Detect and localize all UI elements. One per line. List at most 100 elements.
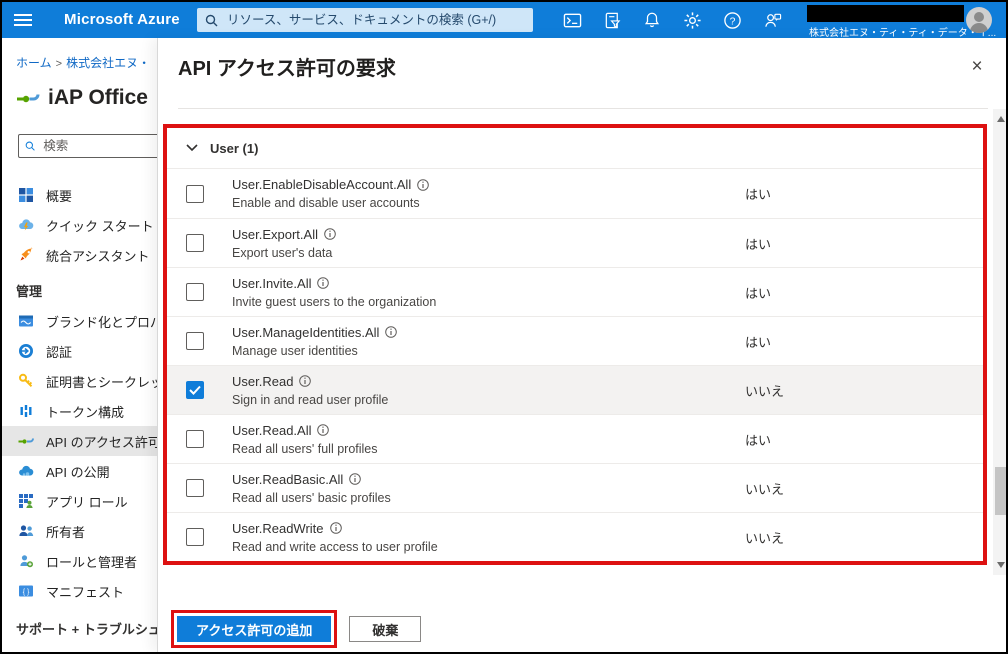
permission-description: Enable and disable user accounts <box>232 196 420 210</box>
permission-description: Export user's data <box>232 245 333 260</box>
add-permissions-button[interactable]: アクセス許可の追加 <box>177 616 332 642</box>
permission-checkbox[interactable] <box>186 332 204 350</box>
hamburger-menu-icon[interactable] <box>14 11 32 27</box>
global-search-box[interactable] <box>197 8 533 32</box>
panel-footer: アクセス許可の追加 破棄 <box>171 610 422 648</box>
cloud-shell-icon[interactable] <box>552 2 592 38</box>
permission-row: User.Read Sign in and read user profile … <box>167 365 983 414</box>
sidebar-item-owners[interactable]: 所有者 <box>2 516 157 546</box>
account-info[interactable]: 株式会社エヌ・ティ・ティ・データ・イ... <box>807 2 996 39</box>
permission-row: User.ReadWrite Read and write access to … <box>167 512 983 561</box>
info-icon[interactable] <box>317 424 330 436</box>
discard-button[interactable]: 破棄 <box>349 616 422 642</box>
admin-consent-value: いいえ <box>745 383 785 399</box>
help-icon[interactable]: ? <box>712 2 752 38</box>
user-avatar[interactable] <box>966 7 992 33</box>
scroll-up-arrow[interactable] <box>993 111 1006 127</box>
search-icon <box>25 141 35 151</box>
permission-row: User.Invite.All Invite guest users to th… <box>167 267 983 316</box>
admin-consent-value: はい <box>745 432 772 448</box>
admin-consent-value: はい <box>745 285 772 301</box>
permission-checkbox[interactable] <box>186 283 204 301</box>
info-icon[interactable] <box>317 277 330 289</box>
vertical-scrollbar[interactable] <box>993 109 1006 575</box>
scroll-down-arrow[interactable] <box>993 557 1006 573</box>
scrollbar-thumb[interactable] <box>995 467 1006 515</box>
permission-description: Sign in and read user profile <box>232 392 389 407</box>
top-bar: Microsoft Azure ? <box>2 2 1006 39</box>
browser-icon <box>19 315 33 327</box>
permission-name: User.Read.All <box>232 422 312 438</box>
cloud-icon <box>19 465 34 476</box>
azure-portal-window: Microsoft Azure ? <box>0 0 1008 654</box>
search-icon <box>205 14 218 26</box>
permission-row: User.ManageIdentities.All Manage user id… <box>167 316 983 365</box>
owners-icon <box>19 525 34 536</box>
breadcrumb-home-link[interactable]: ホーム <box>16 56 52 70</box>
sidebar-item-app-roles[interactable]: アプリ ロール <box>2 486 157 516</box>
admin-consent-value: はい <box>745 187 772 202</box>
permission-checkbox[interactable] <box>186 528 204 546</box>
info-icon[interactable] <box>324 228 336 240</box>
permission-name: User.ReadWrite <box>232 520 324 536</box>
sidebar-item-overview[interactable]: 概要 <box>2 180 157 210</box>
chevron-down-icon <box>186 144 198 152</box>
sidebar-search-input[interactable] <box>41 138 157 154</box>
global-search-input[interactable] <box>225 12 525 28</box>
sidebar-item-branding[interactable]: ブランド化とプロパティ <box>2 306 157 336</box>
roles-admin-icon <box>20 555 33 568</box>
directory-filter-icon[interactable] <box>592 2 632 38</box>
cloud-lightning-icon <box>19 219 34 231</box>
info-icon[interactable] <box>385 326 398 338</box>
manifest-icon: { } <box>19 585 33 597</box>
topbar-icon-group: ? <box>552 2 792 38</box>
info-icon[interactable] <box>417 178 430 191</box>
app-header: iAP Office <box>16 80 157 116</box>
breadcrumb-current-link[interactable]: 株式会社エヌ・ <box>66 56 150 70</box>
permission-checkbox[interactable] <box>186 184 204 203</box>
info-icon[interactable] <box>349 473 362 485</box>
info-icon[interactable] <box>299 375 312 387</box>
permission-checkbox[interactable] <box>186 430 204 448</box>
permission-description: Read all users' basic profiles <box>232 490 391 505</box>
permission-name: User.Invite.All <box>232 275 312 291</box>
permission-name: User.EnableDisableAccount.All <box>232 177 412 192</box>
permission-checkbox[interactable] <box>186 381 204 399</box>
close-icon[interactable]: × <box>964 54 990 80</box>
admin-consent-value: はい <box>745 334 772 350</box>
panel-title: API アクセス許可の要求 <box>178 58 396 80</box>
info-icon[interactable] <box>329 522 342 534</box>
permission-description: Read and write access to user profile <box>232 539 438 554</box>
annotation-box-permissions: User (1) User.EnableDisableAccount.All E… <box>163 124 987 565</box>
sidebar-section-support: サポート + トラブルシューティ <box>16 621 157 637</box>
divider <box>178 108 988 109</box>
feedback-icon[interactable] <box>752 2 792 38</box>
sidebar-search-box[interactable] <box>18 134 157 158</box>
sidebar-item-expose-api[interactable]: API の公開 <box>2 456 157 486</box>
permission-row: User.Read.All Read all users' full profi… <box>167 414 983 463</box>
key-icon <box>19 373 33 388</box>
notifications-icon[interactable] <box>632 2 672 38</box>
sidebar-item-authentication[interactable]: 認証 <box>2 336 157 366</box>
sidebar-item-roles-administrators[interactable]: ロールと管理者 <box>2 546 157 576</box>
permission-row: User.ReadBasic.All Read all users' basic… <box>167 463 983 512</box>
sidebar-item-token-configuration[interactable]: トークン構成 <box>2 396 157 426</box>
permission-checkbox[interactable] <box>186 479 204 497</box>
sidebar-item-quickstart[interactable]: クイック スタート <box>2 210 157 240</box>
sidebar-item-manifest[interactable]: { } マニフェスト <box>2 576 157 606</box>
permission-checkbox[interactable] <box>186 234 204 252</box>
api-plug-icon <box>17 94 40 103</box>
grid-icon <box>19 188 33 202</box>
rocket-icon <box>20 247 33 261</box>
left-sidebar: ホーム>株式会社エヌ・ iAP Office 概要 クイック スタート 統合アシ… <box>2 38 157 652</box>
sidebar-section-manage: 管理 <box>16 283 43 299</box>
sidebar-item-certificates-secrets[interactable]: 証明書とシークレット <box>2 366 157 396</box>
admin-consent-value: いいえ <box>745 530 785 546</box>
breadcrumb-separator: > <box>55 58 63 70</box>
sidebar-item-api-permissions[interactable]: API のアクセス許可 <box>2 426 157 456</box>
auth-arrow-icon <box>19 344 33 358</box>
settings-icon[interactable] <box>672 2 712 38</box>
permission-group-header[interactable]: User (1) <box>167 128 983 169</box>
sidebar-item-integration-assistant[interactable]: 統合アシスタント <box>2 240 157 270</box>
breadcrumb: ホーム > 株式会社エヌ・ <box>2 54 157 70</box>
